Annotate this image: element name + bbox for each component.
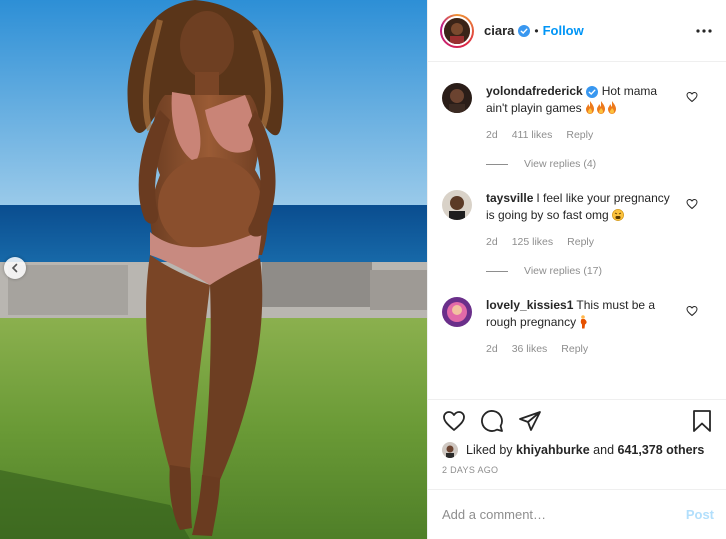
add-comment-bar: Post <box>428 489 726 539</box>
heart-icon[interactable] <box>442 409 466 433</box>
comment-item: yolondafrederick Hot mama ain't playin ga… <box>442 83 714 144</box>
comment-age[interactable]: 2d <box>486 234 498 251</box>
author-username[interactable]: ciara <box>484 23 514 38</box>
action-bar <box>442 408 714 434</box>
verified-badge-icon <box>518 24 531 37</box>
post-comment-button[interactable]: Post <box>686 507 714 522</box>
ellipsis-icon <box>696 28 712 33</box>
post-header: ciara • Follow <box>428 0 726 62</box>
header-separator: • <box>534 23 539 38</box>
comment-likes[interactable]: 411 likes <box>512 127 553 144</box>
comment-username[interactable]: yolondafrederick <box>486 84 583 98</box>
post-actions: Liked by khiyahburke and 641,378 others … <box>428 399 726 475</box>
avatar-image <box>444 17 470 44</box>
avatar-image <box>442 190 472 220</box>
comment-meta: 2d 411 likes Reply <box>486 127 676 144</box>
comment-age[interactable]: 2d <box>486 127 498 144</box>
tired-face-emoji-icon <box>609 209 625 222</box>
comment-username[interactable]: lovely_kissies1 <box>486 298 573 312</box>
share-icon[interactable] <box>518 409 542 433</box>
comment-avatar[interactable] <box>442 190 472 220</box>
likes-summary: Liked by khiyahburke and 641,378 others <box>442 442 714 458</box>
likes-conjunction: and <box>593 443 615 457</box>
verified-badge-icon <box>585 85 598 98</box>
pregnant-woman-emoji-icon <box>579 315 588 329</box>
heart-icon[interactable] <box>686 91 698 103</box>
post-timestamp[interactable]: 2 DAYS AGO <box>442 465 714 475</box>
comment-likes[interactable]: 125 likes <box>512 234 553 251</box>
comment-username[interactable]: taysville <box>486 191 533 205</box>
comment-meta: 2d 125 likes Reply <box>486 234 676 251</box>
view-replies-label: View replies (17) <box>524 265 603 277</box>
view-replies-label: View replies (4) <box>524 158 597 170</box>
chevron-left-icon <box>11 263 18 273</box>
reply-button[interactable]: Reply <box>567 234 594 251</box>
comment-item: taysville I feel like your pregnancy is g… <box>442 190 714 251</box>
post-side-panel: ciara • Follow yolondafrederick Hot mama… <box>427 0 726 539</box>
comment-icon[interactable] <box>480 409 504 433</box>
heart-icon[interactable] <box>686 305 698 317</box>
reply-button[interactable]: Reply <box>561 341 588 358</box>
avatar-image <box>442 83 472 113</box>
likes-prefix: Liked by <box>466 443 513 457</box>
likes-others-count[interactable]: 641,378 others <box>618 443 705 457</box>
view-replies-button[interactable]: View replies (4) <box>486 158 714 170</box>
comment-input[interactable] <box>442 507 686 522</box>
comments-list[interactable]: yolondafrederick Hot mama ain't playin ga… <box>428 63 726 399</box>
avatar-image <box>442 297 472 327</box>
avatar-image <box>442 442 458 458</box>
bookmark-icon[interactable] <box>690 409 714 433</box>
comment-item: lovely_kissies1 This must be a rough preg… <box>442 297 714 358</box>
reply-button[interactable]: Reply <box>566 127 593 144</box>
photo-scene <box>0 0 427 539</box>
liker-username[interactable]: khiyahburke <box>516 443 590 457</box>
author-avatar[interactable] <box>440 13 474 48</box>
replies-line <box>486 270 508 272</box>
heart-icon[interactable] <box>686 198 698 210</box>
liker-avatar[interactable] <box>442 442 458 458</box>
comment-age[interactable]: 2d <box>486 341 498 358</box>
comment-avatar[interactable] <box>442 297 472 327</box>
fire-emoji-icon <box>585 101 618 115</box>
instagram-post: ciara • Follow yolondafrederick Hot mama… <box>0 0 726 539</box>
comment-meta: 2d 36 likes Reply <box>486 341 676 358</box>
follow-button[interactable]: Follow <box>543 23 584 38</box>
post-photo[interactable] <box>0 0 427 539</box>
more-options-button[interactable] <box>692 19 716 43</box>
view-replies-button[interactable]: View replies (17) <box>486 265 714 277</box>
comment-likes[interactable]: 36 likes <box>512 341 548 358</box>
replies-line <box>486 163 508 165</box>
comment-avatar[interactable] <box>442 83 472 113</box>
carousel-prev-button[interactable] <box>4 257 26 279</box>
